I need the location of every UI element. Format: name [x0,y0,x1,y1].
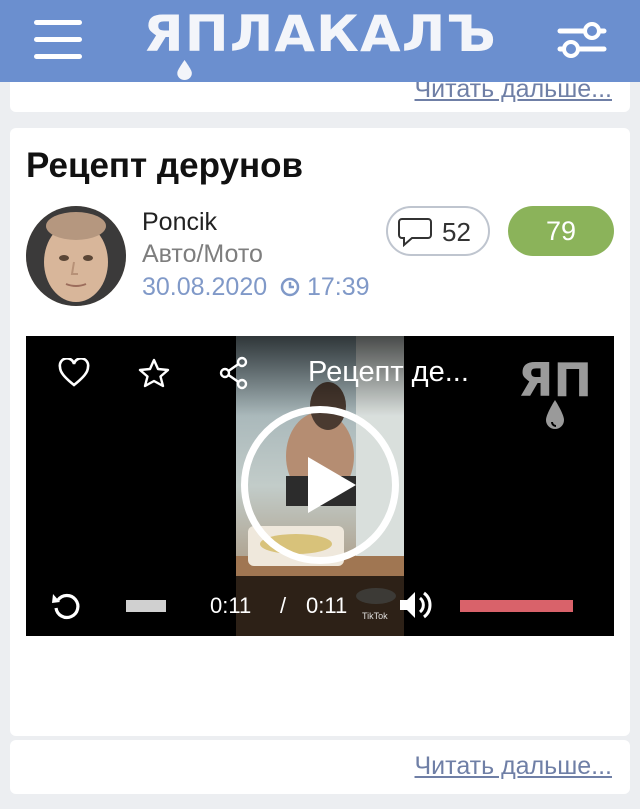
top-bar: ЯПЛАКАЛЪ [0,0,640,82]
video-controls: 0:11 / 0:11 [26,576,614,636]
replay-icon[interactable] [50,590,82,622]
hamburger-icon[interactable] [34,20,82,60]
heart-icon[interactable] [58,358,90,388]
watermark-text: ЯП [518,353,592,407]
time-separator: / [280,593,287,618]
post-category[interactable]: Авто/Мото [142,240,263,269]
progress-bar[interactable] [126,600,166,612]
rating-value: 79 [545,216,577,246]
video-title: Рецепт де... [308,356,469,388]
site-logo[interactable]: ЯПЛАКАЛЪ [142,5,499,80]
comment-icon [398,218,432,247]
previous-post-card: Читать дальше... [10,82,630,112]
play-icon [308,457,356,513]
author-name[interactable]: Poncik [142,208,217,237]
post-date: 30.08.2020 [142,273,268,301]
menu-line [34,20,82,25]
current-time: 0:11 [210,593,252,618]
read-more-link[interactable]: Читать дальше... [415,752,612,781]
rating-badge[interactable]: 79 [508,206,614,256]
sliders-icon[interactable] [556,20,608,60]
post-time: 17:39 [307,273,370,301]
volume-slider[interactable] [460,600,573,612]
comments-button[interactable]: 52 [386,206,490,256]
avatar-image [26,206,126,306]
yap-watermark-logo: ЯП [518,353,592,429]
post-footer: Читать дальше... [10,740,630,794]
clock-icon [280,277,300,297]
volume-icon[interactable] [398,588,434,622]
menu-line [34,37,82,42]
post-card: Рецепт дерунов Poncik Авто/Мото 30.08.20… [10,128,630,736]
logo-drop-icon [177,60,192,80]
post-title[interactable]: Рецепт дерунов [26,146,303,186]
tiktok-watermark: TikTok [362,611,388,621]
avatar[interactable] [26,206,126,306]
read-more-link[interactable]: Читать дальше... [415,82,612,104]
logo-text: ЯПЛАКАЛЪ [143,5,497,63]
share-icon[interactable] [218,356,250,390]
menu-line [34,54,82,59]
play-button[interactable] [241,406,399,564]
duration: 0:11 [306,593,348,618]
star-icon[interactable] [138,358,170,388]
video-player[interactable]: Рецепт де... ЯП 0:11 / 0:11 TikTok [26,336,614,636]
comments-count: 52 [442,217,471,247]
